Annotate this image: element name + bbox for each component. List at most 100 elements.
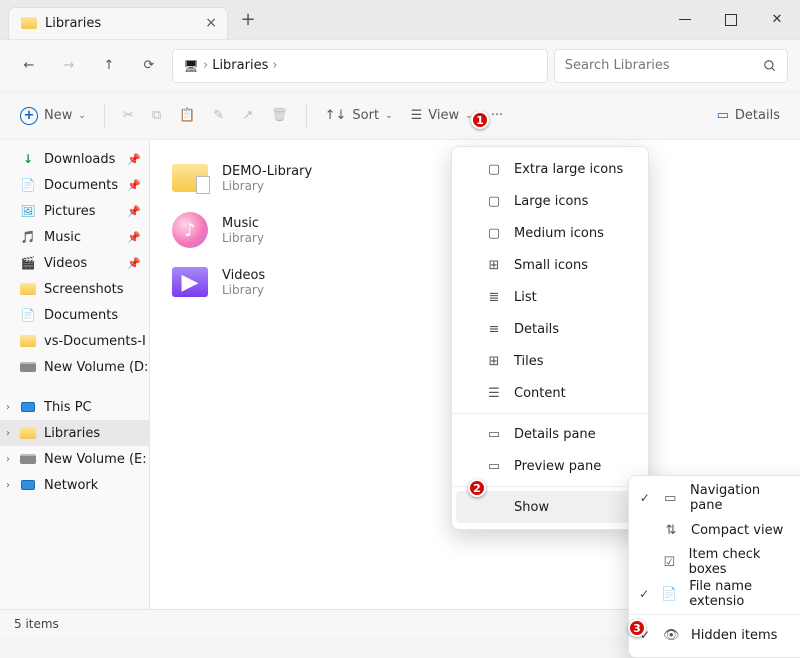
library-item[interactable]: ♪ Music Library xyxy=(166,204,426,256)
sidebar-item[interactable]: Screenshots xyxy=(0,276,149,302)
item-name: DEMO-Library xyxy=(222,164,312,179)
chevron-down-icon: ⌄ xyxy=(78,111,86,121)
sidebar-item[interactable]: 📄 Documents xyxy=(0,302,149,328)
menu-item[interactable]: ☰ Content xyxy=(452,377,648,409)
item-icon: 📄 xyxy=(20,307,36,323)
refresh-button[interactable]: ⟳ xyxy=(132,49,166,83)
sidebar-item-label: Documents xyxy=(44,308,118,323)
option-icon: 📄 xyxy=(661,587,677,602)
sidebar-tree-item[interactable]: › New Volume (E: xyxy=(0,446,149,472)
details-label: Details xyxy=(735,108,780,123)
view-type-icon: ≣ xyxy=(486,290,502,305)
view-label: View xyxy=(428,108,459,123)
menu-item-label: Navigation pane xyxy=(690,483,793,513)
sidebar-item[interactable]: 🎬 Videos 📌 xyxy=(0,250,149,276)
option-icon: 👁 xyxy=(663,628,679,643)
sidebar-item[interactable]: 🎵 Music 📌 xyxy=(0,224,149,250)
sidebar-item[interactable]: 📄 Documents 📌 xyxy=(0,172,149,198)
item-count: 5 items xyxy=(14,617,59,631)
submenu-item[interactable]: ✓ 📄 File name extensio xyxy=(629,578,800,610)
submenu-item[interactable]: ✓ 👁 Hidden items xyxy=(629,619,800,651)
up-button[interactable]: ↑ xyxy=(92,49,126,83)
close-tab-icon[interactable]: × xyxy=(205,15,217,31)
annotation-3: 3 xyxy=(628,619,646,637)
sidebar-item-label: Libraries xyxy=(44,426,100,441)
maximize-button[interactable] xyxy=(708,0,754,40)
menu-item[interactable]: ⊞ Tiles xyxy=(452,345,648,377)
new-button[interactable]: + New ⌄ xyxy=(14,99,92,133)
menu-item[interactable]: ▢ Medium icons xyxy=(452,217,648,249)
item-icon xyxy=(20,399,36,415)
sidebar-item[interactable]: vs-Documents-I xyxy=(0,328,149,354)
library-item[interactable]: ▶ Videos Library xyxy=(166,256,426,308)
forward-button[interactable]: → xyxy=(52,49,86,83)
menu-item[interactable]: ▢ Large icons xyxy=(452,185,648,217)
pin-icon: 📌 xyxy=(127,153,141,166)
sidebar-item-label: Screenshots xyxy=(44,282,124,297)
window-tab[interactable]: Libraries × xyxy=(8,7,228,39)
sidebar-item-label: Downloads xyxy=(44,152,115,167)
search-icon xyxy=(763,59,777,73)
rename-button[interactable]: ✎ xyxy=(207,99,230,133)
cut-button[interactable]: ✂ xyxy=(117,99,140,133)
menu-item-label: Hidden items xyxy=(691,628,777,643)
library-icon: ▶ xyxy=(170,262,210,302)
sidebar-tree-item[interactable]: › This PC xyxy=(0,394,149,420)
submenu-item[interactable]: ✓ ▭ Navigation pane xyxy=(629,482,800,514)
menu-item-label: Extra large icons xyxy=(514,162,623,177)
option-icon: ⇅ xyxy=(663,523,679,538)
minimize-button[interactable] xyxy=(662,0,708,40)
submenu-item[interactable]: ☑ Item check boxes xyxy=(629,546,800,578)
sidebar-item[interactable]: ↓ Downloads 📌 xyxy=(0,146,149,172)
pane-icon: ▭ xyxy=(486,459,502,474)
chevron-right-icon: › xyxy=(272,58,277,73)
menu-item-label: Medium icons xyxy=(514,226,604,241)
search-input[interactable]: Search Libraries xyxy=(554,49,788,83)
menu-item[interactable]: ⊞ Small icons xyxy=(452,249,648,281)
sidebar-item[interactable]: 🖼 Pictures 📌 xyxy=(0,198,149,224)
check-icon: ✓ xyxy=(639,587,649,601)
delete-button[interactable]: 🗑 xyxy=(265,99,294,133)
address-bar: ← → ↑ ⟳ 🖥 › Libraries › Search Libraries xyxy=(0,40,800,92)
tab-title: Libraries xyxy=(45,16,101,31)
close-window-button[interactable]: ✕ xyxy=(754,0,800,40)
menu-item[interactable]: ▢ Extra large icons xyxy=(452,153,648,185)
paste-button[interactable]: 📋 xyxy=(173,99,201,133)
menu-item[interactable]: ▭ Preview pane xyxy=(452,450,648,482)
item-icon xyxy=(20,477,36,493)
menu-item[interactable]: ≡ Details xyxy=(452,313,648,345)
sidebar-item-label: Documents xyxy=(44,178,118,193)
menu-item[interactable]: ≣ List xyxy=(452,281,648,313)
view-button[interactable]: ☰ View ⌄ xyxy=(405,99,479,133)
sidebar-tree-item[interactable]: › Network xyxy=(0,472,149,498)
menu-item[interactable]: ▭ Details pane xyxy=(452,418,648,450)
item-icon xyxy=(20,333,36,349)
menu-item-label: Preview pane xyxy=(514,459,601,474)
copy-button[interactable]: ⧉ xyxy=(146,99,167,133)
sidebar-tree-item[interactable]: › Libraries xyxy=(0,420,149,446)
item-name: Videos xyxy=(222,268,265,283)
menu-item-show[interactable]: Show › xyxy=(456,491,644,523)
breadcrumb[interactable]: 🖥 › Libraries › xyxy=(172,49,548,83)
share-button[interactable]: ↗ xyxy=(236,99,259,133)
breadcrumb-segment[interactable]: Libraries xyxy=(212,58,268,73)
sidebar-item[interactable]: New Volume (D: xyxy=(0,354,149,380)
item-icon xyxy=(20,425,36,441)
item-icon xyxy=(20,281,36,297)
sidebar-item-label: New Volume (D: xyxy=(44,360,148,375)
library-icon xyxy=(170,158,210,198)
back-button[interactable]: ← xyxy=(12,49,46,83)
submenu-item[interactable]: ⇅ Compact view xyxy=(629,514,800,546)
new-tab-button[interactable]: + xyxy=(236,9,260,30)
details-pane-button[interactable]: ▭ Details xyxy=(711,99,786,133)
chevron-right-icon: › xyxy=(6,454,10,465)
item-icon: 📄 xyxy=(20,177,36,193)
sort-button[interactable]: ↑↓ Sort ⌄ xyxy=(319,99,399,133)
more-button[interactable]: ··· xyxy=(485,99,509,133)
library-item[interactable]: DEMO-Library Library xyxy=(166,152,426,204)
menu-item-label: Show xyxy=(514,500,549,515)
sidebar-item-label: Pictures xyxy=(44,204,95,219)
item-type: Library xyxy=(222,283,265,297)
show-submenu: ✓ ▭ Navigation pane ⇅ Compact view ☑ Ite… xyxy=(628,475,800,658)
menu-item-label: File name extensio xyxy=(689,579,793,609)
